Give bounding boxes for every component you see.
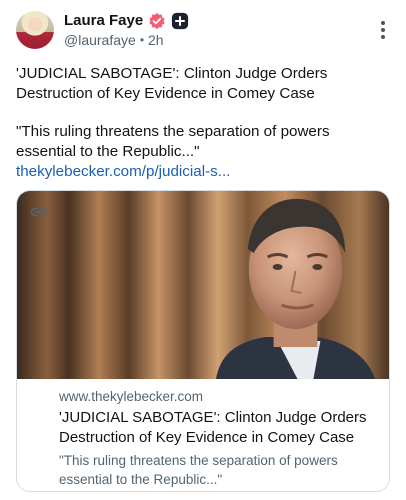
- card-description: "This ruling threatens the separation of…: [59, 453, 338, 487]
- author-display-name[interactable]: Laura Faye: [64, 12, 143, 30]
- link-preview-card[interactable]: www.thekylebecker.com 'JUDICIAL SABOTAGE…: [16, 190, 390, 492]
- author-info: Laura Faye @laurafaye • 2h: [64, 12, 189, 48]
- menu-dot: [381, 21, 385, 25]
- menu-dot: [381, 35, 385, 39]
- menu-dot: [381, 28, 385, 32]
- author-handle[interactable]: @laurafaye: [64, 32, 136, 48]
- avatar[interactable]: [16, 11, 54, 49]
- post-timestamp[interactable]: 2h: [148, 32, 164, 48]
- name-row: Laura Faye: [64, 12, 189, 30]
- link-chain-icon: [30, 207, 48, 217]
- more-options-vertical-icon[interactable]: [372, 15, 394, 45]
- article-photo-man-portrait: [17, 191, 389, 379]
- post-headline: 'JUDICIAL SABOTAGE': Clinton Judge Order…: [16, 65, 328, 102]
- separator-dot: •: [139, 32, 145, 47]
- card-meta: www.thekylebecker.com 'JUDICIAL SABOTAGE…: [17, 379, 389, 489]
- handle-row: @laurafaye • 2h: [64, 32, 189, 48]
- card-title: 'JUDICIAL SABOTAGE': Clinton Judge Order…: [59, 409, 367, 446]
- post-quote: "This ruling threatens the separation of…: [16, 123, 330, 160]
- post-body: 'JUDICIAL SABOTAGE': Clinton Judge Order…: [16, 64, 390, 182]
- card-domain: www.thekylebecker.com: [59, 389, 204, 404]
- verified-check-badge-icon: [149, 12, 165, 29]
- post-link[interactable]: thekylebecker.com/p/judicial-s...: [16, 162, 230, 182]
- post-header: Laura Faye @laurafaye • 2h: [16, 10, 394, 50]
- add-plus-badge-icon[interactable]: [171, 12, 189, 30]
